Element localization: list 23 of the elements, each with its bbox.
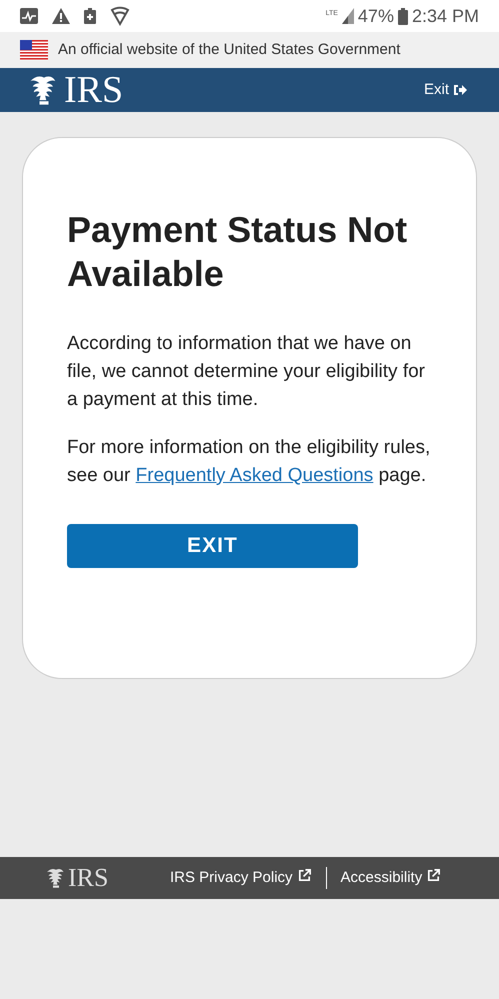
footer-link[interactable]: Accessibility <box>340 866 442 890</box>
us-flag-icon <box>20 40 48 60</box>
shield-wifi-icon <box>110 6 130 26</box>
external-link-icon <box>296 868 312 883</box>
external-link-icon <box>426 868 442 883</box>
footer-irs-logo-text: IRS <box>68 865 108 891</box>
activity-icon <box>20 8 38 24</box>
faq-paragraph: For more information on the eligibility rules, see our Frequently Asked Questions page. <box>67 436 432 488</box>
battery-icon <box>398 8 408 24</box>
exit-link[interactable]: Exit <box>424 78 467 102</box>
signal-icon <box>342 8 354 24</box>
page-title: Payment Status Not Available <box>67 208 408 296</box>
warning-icon <box>52 8 70 24</box>
irs-logo-text: IRS <box>64 71 124 109</box>
exit-button[interactable]: EXIT <box>67 524 358 568</box>
gov-banner-text: An official website of the United States Government <box>58 40 400 60</box>
faq-link[interactable]: Frequently Asked Questions <box>136 465 374 486</box>
eligibility-paragraph: According to information that we have on file, we cannot determine your eligibility for a payment at this time. <box>67 332 426 412</box>
sign-out-icon <box>453 83 467 97</box>
battery-plus-icon <box>84 8 96 24</box>
battery-percent: 47% <box>358 4 394 28</box>
clock-time: 2:34 PM <box>412 4 479 28</box>
footer-link[interactable]: IRS Privacy Policy <box>170 866 312 890</box>
